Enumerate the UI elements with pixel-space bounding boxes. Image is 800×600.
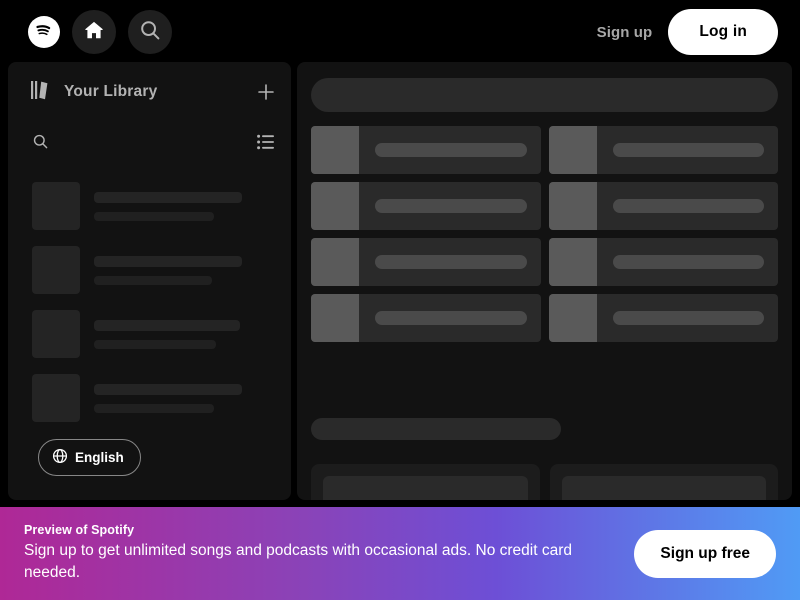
card-skeleton[interactable] [311, 294, 541, 342]
card-thumbnail [548, 294, 597, 342]
skeleton-thumbnail [32, 246, 80, 294]
card-skeleton[interactable] [311, 238, 541, 286]
skeleton-lines [94, 383, 275, 413]
card-skeleton[interactable] [311, 126, 541, 174]
card-thumbnail [311, 126, 359, 174]
card-thumbnail [548, 182, 597, 230]
spotify-logo-button[interactable] [28, 16, 60, 48]
big-card-thumbnail [323, 476, 528, 500]
skeleton-thumbnail [32, 374, 80, 422]
login-button[interactable]: Log in [668, 9, 778, 55]
library-tools [8, 122, 291, 166]
card-title-bar [375, 199, 527, 213]
skeleton-thumbnail [32, 310, 80, 358]
library-header[interactable]: Your Library [8, 62, 291, 122]
list-item [8, 238, 291, 302]
card-thumbnail [548, 126, 597, 174]
skeleton-title-bar [94, 319, 240, 331]
card-title-bar [612, 255, 764, 269]
card-skeleton[interactable] [548, 126, 778, 174]
main-inner [297, 62, 792, 500]
skeleton-subtitle-bar [94, 403, 214, 413]
card-skeleton[interactable] [548, 238, 778, 286]
top-bar: Sign up Log in [0, 0, 800, 64]
banner-description: Sign up to get unlimited songs and podca… [24, 542, 572, 581]
sidebar: Your Library English [8, 62, 291, 500]
card-title-bar [612, 311, 764, 325]
language-label: English [75, 450, 124, 465]
top-bar-actions: Sign up Log in [581, 9, 800, 55]
card-title-bar [375, 255, 527, 269]
list-item [8, 302, 291, 366]
globe-icon [52, 448, 68, 467]
plus-icon[interactable] [257, 83, 275, 101]
big-card-thumbnail [561, 476, 766, 500]
spotify-logo-icon [31, 16, 57, 48]
list-item [8, 366, 291, 430]
card-title-bar [375, 143, 527, 157]
library-title: Your Library [64, 83, 158, 100]
card-thumbnail [548, 238, 597, 286]
big-card-skeleton-grid [311, 464, 778, 500]
card-skeleton-grid [311, 126, 778, 342]
skeleton-thumbnail [32, 182, 80, 230]
card-title-bar [375, 311, 527, 325]
library-search-icon[interactable] [32, 133, 49, 155]
big-card-skeleton[interactable] [311, 464, 540, 500]
library-skeleton-list [8, 166, 291, 430]
list-view-icon[interactable] [257, 134, 275, 155]
skeleton-subtitle-bar [94, 339, 216, 349]
card-thumbnail [311, 294, 359, 342]
banner-text: Preview of Spotify Sign up to get unlimi… [24, 523, 604, 583]
signup-free-button[interactable]: Sign up free [634, 529, 776, 578]
language-button[interactable]: English [38, 439, 141, 476]
card-skeleton[interactable] [311, 182, 541, 230]
skeleton-title-bar [94, 255, 242, 267]
hero-skeleton-bar [311, 78, 778, 112]
card-thumbnail [311, 238, 359, 286]
card-thumbnail [311, 182, 359, 230]
main-content [297, 62, 792, 500]
banner-kicker: Preview of Spotify [24, 523, 135, 538]
search-button[interactable] [128, 10, 172, 54]
section-heading-skeleton [311, 418, 561, 440]
skeleton-lines [94, 255, 275, 285]
card-skeleton[interactable] [548, 294, 778, 342]
home-icon [83, 19, 105, 46]
skeleton-title-bar [94, 191, 242, 203]
skeleton-subtitle-bar [94, 211, 214, 221]
home-button[interactable] [72, 10, 116, 54]
card-title-bar [612, 199, 764, 213]
preview-banner: Preview of Spotify Sign up to get unlimi… [0, 507, 800, 600]
skeleton-lines [94, 191, 275, 221]
skeleton-lines [94, 319, 275, 349]
skeleton-subtitle-bar [94, 275, 212, 285]
search-icon [138, 18, 162, 47]
card-title-bar [612, 143, 764, 157]
card-skeleton[interactable] [548, 182, 778, 230]
signup-link[interactable]: Sign up [581, 16, 669, 49]
spotify-web-player: Sign up Log in Your Library English Prev… [0, 0, 800, 600]
skeleton-title-bar [94, 383, 242, 395]
list-item [8, 174, 291, 238]
library-icon [28, 78, 52, 107]
big-card-skeleton[interactable] [549, 464, 778, 500]
